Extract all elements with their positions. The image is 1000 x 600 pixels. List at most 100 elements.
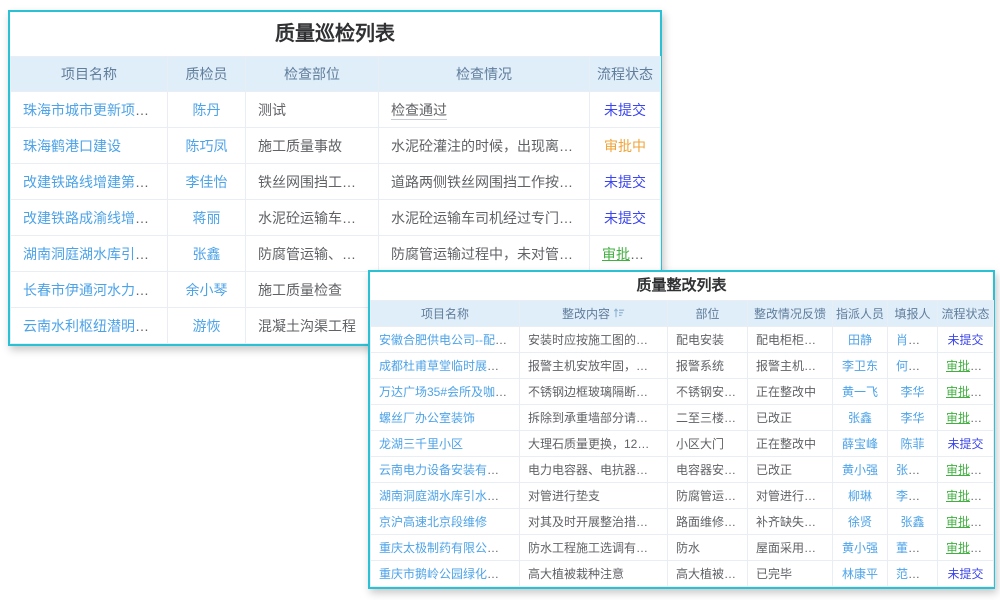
- status-text[interactable]: 审批通过: [938, 353, 994, 379]
- project-link[interactable]: 京沪高速北京段维修: [371, 509, 520, 535]
- table-row: 螺丝厂办公室装饰拆除到承重墙部分请做好加固...二至三楼混...已改正张鑫李华审…: [371, 405, 994, 431]
- reporter-link[interactable]: 张小东: [888, 457, 938, 483]
- column-label: 项目名称: [421, 307, 469, 321]
- project-link[interactable]: 改建铁路线增建第二线...: [11, 164, 168, 200]
- part-cell: 高大植被栽种: [668, 561, 748, 587]
- inspector-link[interactable]: 蒋丽: [168, 200, 246, 236]
- column-label: 整改内容: [562, 307, 610, 321]
- feedback-cell: 正在整改中: [748, 379, 833, 405]
- inspector-link[interactable]: 陈丹: [168, 92, 246, 128]
- inspector-link[interactable]: 游恢: [168, 308, 246, 344]
- reporter-link[interactable]: 范思哲: [888, 561, 938, 587]
- status-text[interactable]: 未提交: [938, 327, 994, 353]
- assignee-link[interactable]: 薛宝峰: [833, 431, 888, 457]
- assignee-link[interactable]: 柳琳: [833, 483, 888, 509]
- assignee-link[interactable]: 李卫东: [833, 353, 888, 379]
- status-text[interactable]: 未提交: [938, 431, 994, 457]
- part-cell: 施工质量检查: [246, 272, 379, 308]
- project-link[interactable]: 珠海市城市更新项目紫...: [11, 92, 168, 128]
- content-cell: 高大植被栽种注意: [520, 561, 668, 587]
- assignee-link[interactable]: 张鑫: [833, 405, 888, 431]
- project-link[interactable]: 湖南洞庭湖水库引水工...: [11, 236, 168, 272]
- project-link[interactable]: 重庆太极制药有限公司亳州中...: [371, 535, 520, 561]
- column-label: 整改情况反馈: [754, 307, 826, 321]
- status-text[interactable]: 未提交: [590, 164, 661, 200]
- inspector-link[interactable]: 张鑫: [168, 236, 246, 272]
- project-link[interactable]: 长春市伊通河水力发电...: [11, 272, 168, 308]
- column-label: 填报人: [894, 307, 930, 321]
- status-text[interactable]: 未提交: [938, 561, 994, 587]
- status-text[interactable]: 审批通过: [590, 236, 661, 272]
- project-link[interactable]: 云南水利枢纽潜明水库...: [11, 308, 168, 344]
- part-cell: 不锈钢安装...: [668, 379, 748, 405]
- feedback-cell: 已改正: [748, 457, 833, 483]
- situation-cell: 水泥砼运输车司机经过专门培训...: [379, 200, 590, 236]
- project-link[interactable]: 云南电力设备安装有限公司20...: [371, 457, 520, 483]
- reporter-link[interactable]: 陈菲: [888, 431, 938, 457]
- project-link[interactable]: 安徽合肥供电公司--配电设备...: [371, 327, 520, 353]
- status-text[interactable]: 审批通过: [938, 457, 994, 483]
- rectification-table-title: 质量整改列表: [370, 272, 993, 300]
- table-row: 湖南洞庭湖水库引水工...张鑫防腐管运输、布管防腐管运输过程中，未对管进行...…: [11, 236, 661, 272]
- status-text[interactable]: 审批通过: [938, 535, 994, 561]
- reporter-link[interactable]: 董清平: [888, 535, 938, 561]
- feedback-cell: 已改正: [748, 405, 833, 431]
- table-row: 珠海市城市更新项目紫...陈丹测试检查通过未提交: [11, 92, 661, 128]
- content-cell: 拆除到承重墙部分请做好加固...: [520, 405, 668, 431]
- assignee-link[interactable]: 黄一飞: [833, 379, 888, 405]
- column-header-assignee: 指派人员: [833, 301, 888, 327]
- inspector-link[interactable]: 李佳怡: [168, 164, 246, 200]
- rectification-header-row: 项目名称整改内容部位整改情况反馈指派人员填报人流程状态: [371, 301, 994, 327]
- status-text[interactable]: 未提交: [590, 92, 661, 128]
- reporter-link[interactable]: 李若若: [888, 483, 938, 509]
- feedback-cell: 对管进行垫支: [748, 483, 833, 509]
- assignee-link[interactable]: 田静: [833, 327, 888, 353]
- status-text[interactable]: 未提交: [590, 200, 661, 236]
- status-text[interactable]: 审批通过: [938, 509, 994, 535]
- feedback-cell: 已完毕: [748, 561, 833, 587]
- part-cell: 混凝土沟渠工程: [246, 308, 379, 344]
- reporter-link[interactable]: 李华: [888, 405, 938, 431]
- content-cell: 对管进行垫支: [520, 483, 668, 509]
- project-link[interactable]: 重庆市鹅岭公园绿化景观提升...: [371, 561, 520, 587]
- column-header-content[interactable]: 整改内容: [520, 301, 668, 327]
- inspection-table-title: 质量巡检列表: [10, 12, 660, 56]
- reporter-link[interactable]: 张鑫: [888, 509, 938, 535]
- project-link[interactable]: 珠海鹤港口建设: [11, 128, 168, 164]
- situation-cell: 防腐管运输过程中，未对管进行...: [379, 236, 590, 272]
- assignee-link[interactable]: 黄小强: [833, 457, 888, 483]
- status-text[interactable]: 审批通过: [938, 379, 994, 405]
- page: 质量巡检列表 项目名称质检员检查部位检查情况流程状态 珠海市城市更新项目紫...…: [0, 0, 1000, 600]
- reporter-link[interactable]: 肖亚军: [888, 327, 938, 353]
- status-text[interactable]: 审批通过: [938, 483, 994, 509]
- status-text[interactable]: 审批中: [590, 128, 661, 164]
- content-cell: 电力电容器、电抗器安装方案...: [520, 457, 668, 483]
- feedback-cell: 屋面采用聚氨...: [748, 535, 833, 561]
- reporter-link[interactable]: 何芷萳: [888, 353, 938, 379]
- status-text[interactable]: 审批通过: [938, 405, 994, 431]
- reporter-link[interactable]: 李华: [888, 379, 938, 405]
- project-link[interactable]: 龙湖三千里小区: [371, 431, 520, 457]
- feedback-cell: 补齐缺失标志...: [748, 509, 833, 535]
- inspector-link[interactable]: 余小琴: [168, 272, 246, 308]
- rectification-table-panel: 质量整改列表 项目名称整改内容部位整改情况反馈指派人员填报人流程状态 安徽合肥供…: [368, 270, 995, 589]
- assignee-link[interactable]: 徐贤: [833, 509, 888, 535]
- inspector-link[interactable]: 陈巧凤: [168, 128, 246, 164]
- feedback-cell: 报警主机安放...: [748, 353, 833, 379]
- rectification-table: 项目名称整改内容部位整改情况反馈指派人员填报人流程状态 安徽合肥供电公司--配电…: [370, 300, 994, 587]
- project-link[interactable]: 湖南洞庭湖水库引水工程施工I标: [371, 483, 520, 509]
- project-link[interactable]: 万达广场35#会所及咖啡厅空...: [371, 379, 520, 405]
- assignee-link[interactable]: 林康平: [833, 561, 888, 587]
- part-cell: 二至三楼混...: [668, 405, 748, 431]
- sort-icon[interactable]: [613, 307, 625, 319]
- situation-cell: 道路两侧铁丝网围挡工作按设计...: [379, 164, 590, 200]
- project-link[interactable]: 螺丝厂办公室装饰: [371, 405, 520, 431]
- column-header-part: 检查部位: [246, 57, 379, 92]
- column-label: 项目名称: [61, 66, 117, 82]
- part-cell: 路面维修检...: [668, 509, 748, 535]
- project-link[interactable]: 改建铁路成渝线增建第...: [11, 200, 168, 236]
- table-row: 湖南洞庭湖水库引水工程施工I标对管进行垫支防腐管运输...对管进行垫支柳琳李若若…: [371, 483, 994, 509]
- assignee-link[interactable]: 黄小强: [833, 535, 888, 561]
- project-link[interactable]: 成都杜甫草堂临时展厅独立展...: [371, 353, 520, 379]
- table-row: 安徽合肥供电公司--配电设备...安装时应按施工图的布置，将...配电安装配电柜…: [371, 327, 994, 353]
